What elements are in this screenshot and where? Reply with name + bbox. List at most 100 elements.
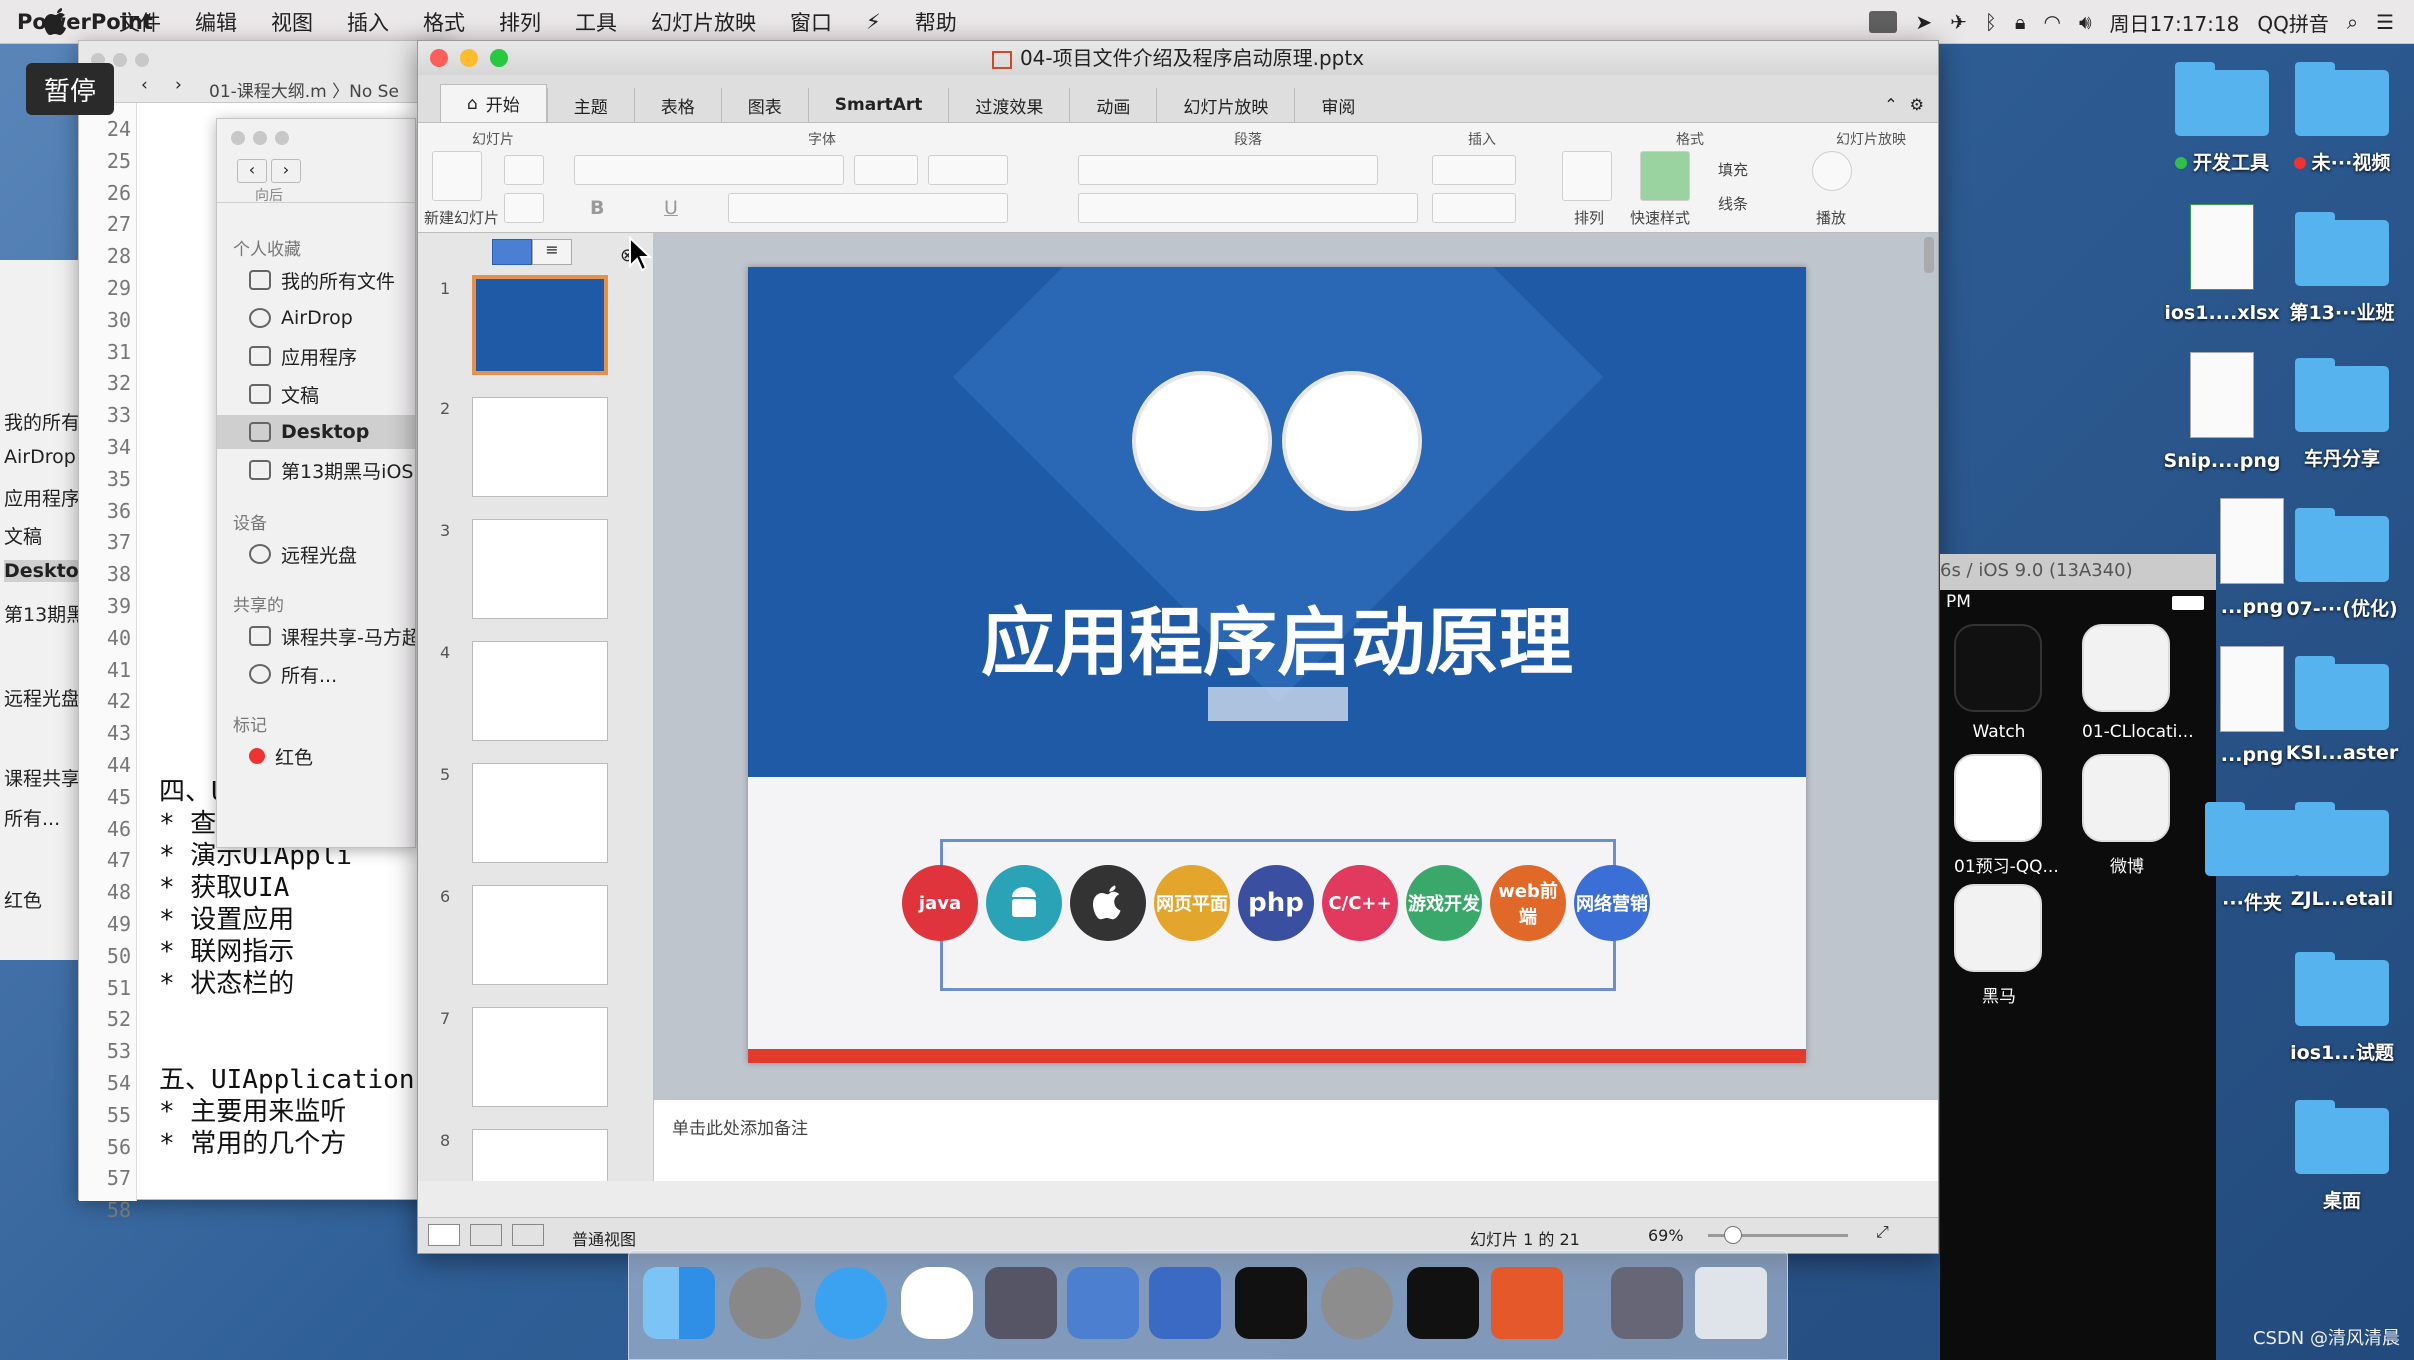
sidebar-item-desktop[interactable]: Desktop: [217, 415, 415, 449]
finder-icon[interactable]: [643, 1267, 715, 1339]
list-buttons[interactable]: [1078, 155, 1378, 185]
instruments-icon[interactable]: [1149, 1267, 1221, 1339]
finder-left-item[interactable]: 第13期黑: [4, 600, 79, 627]
menu-slideshow[interactable]: 幻灯片放映: [634, 7, 773, 37]
menu-view[interactable]: 视图: [254, 7, 330, 37]
finder-left-item[interactable]: Desktop: [4, 560, 79, 582]
vertical-scrollbar[interactable]: [1924, 237, 1934, 273]
sidebar-item-folder[interactable]: 第13期黑马iOS: [249, 453, 415, 487]
desktop-icon-item[interactable]: ios1...试题: [2272, 952, 2412, 1065]
slide-thumbnail[interactable]: [472, 519, 608, 619]
arrange-icon[interactable]: [1562, 151, 1612, 201]
trash-icon[interactable]: [1695, 1267, 1767, 1339]
minimize-button[interactable]: [113, 53, 127, 67]
app-weibo[interactable]: 微博: [2082, 754, 2172, 877]
desktop-icon-item[interactable]: KSI...aster: [2272, 656, 2412, 764]
minimize-button[interactable]: [253, 131, 267, 145]
finder-left-item[interactable]: 红色: [4, 886, 42, 913]
font-style-buttons[interactable]: [728, 193, 1008, 223]
slide-thumbnail[interactable]: [472, 885, 608, 985]
app-cllocation[interactable]: 01-CLlocati...: [2082, 624, 2194, 742]
xcode-hammer-icon[interactable]: [1067, 1267, 1139, 1339]
sidebar-item-applications[interactable]: 应用程序: [249, 339, 415, 373]
picture-button[interactable]: [1432, 193, 1516, 223]
sidebar-item-shared[interactable]: 课程共享-马方超: [249, 619, 415, 653]
tab-slideshow[interactable]: 幻灯片放映: [1156, 88, 1294, 122]
desktop-icon-item[interactable]: 开发工具: [2152, 62, 2292, 175]
finder-left-item[interactable]: 文稿: [4, 522, 42, 549]
launchpad-rocket-icon[interactable]: [729, 1267, 801, 1339]
forward-arrow-icon[interactable]: ›: [175, 75, 182, 95]
minimize-button[interactable]: [460, 49, 478, 67]
new-slide-icon[interactable]: [432, 151, 482, 201]
slide-thumbnail[interactable]: [472, 1129, 608, 1181]
menu-window[interactable]: 窗口: [773, 7, 849, 37]
alignment-buttons[interactable]: [1078, 193, 1418, 223]
text-box-button[interactable]: [1432, 155, 1516, 185]
sidebar-item-tag-red[interactable]: 红色: [249, 739, 415, 773]
system-preferences-gear-icon[interactable]: [1321, 1267, 1393, 1339]
sidebar-item-documents[interactable]: 文稿: [249, 377, 415, 411]
forward-arrow-icon[interactable]: ›: [271, 159, 301, 183]
desktop-icon-item[interactable]: 07-···(优化): [2272, 508, 2412, 621]
location-icon[interactable]: ➤: [1915, 10, 1932, 34]
pause-badge[interactable]: 暂停: [26, 63, 114, 115]
wifi-icon[interactable]: ◠: [2043, 10, 2060, 34]
font-name-select[interactable]: [574, 155, 844, 185]
desktop-icon-item[interactable]: 第13···业班: [2272, 212, 2412, 325]
terminal-icon[interactable]: [1235, 1267, 1307, 1339]
quick-styles-icon[interactable]: [1640, 151, 1690, 201]
finder-left-item[interactable]: 课程共享: [4, 764, 79, 791]
airplane-icon[interactable]: ✈: [1950, 10, 1967, 34]
tab-themes[interactable]: 主题: [546, 88, 634, 122]
desktop-stack-icon[interactable]: [1611, 1267, 1683, 1339]
exec-terminal-icon[interactable]: [1407, 1267, 1479, 1339]
desktop-icon-item[interactable]: 桌面: [2272, 1100, 2412, 1213]
menu-app-name[interactable]: PowerPoint: [0, 10, 153, 34]
section-button[interactable]: [504, 193, 544, 223]
tab-smartart[interactable]: SmartArt: [807, 88, 949, 122]
desktop-icon-item[interactable]: 未···视频: [2272, 62, 2412, 175]
bluetooth-icon[interactable]: ᛒ: [1985, 10, 1997, 34]
font-size-buttons[interactable]: [928, 155, 1008, 185]
editor-breadcrumb[interactable]: 01-课程大纲.m 〉No Se: [209, 77, 399, 102]
menu-tools[interactable]: 工具: [558, 7, 634, 37]
tab-transitions[interactable]: 过渡效果: [948, 88, 1069, 122]
sidebar-item-airdrop[interactable]: AirDrop: [249, 301, 415, 335]
play-icon[interactable]: [1812, 151, 1852, 191]
script-icon[interactable]: ⚡: [849, 10, 898, 34]
powerpoint-icon[interactable]: [1491, 1267, 1563, 1339]
fit-window-icon[interactable]: ⤢: [1876, 1222, 1889, 1242]
back-arrow-icon[interactable]: ‹: [237, 159, 267, 183]
app-heima[interactable]: 黑马: [1954, 884, 2044, 1007]
close-button[interactable]: [231, 131, 245, 145]
fill-button[interactable]: 填充: [1718, 159, 1748, 180]
line-button[interactable]: 线条: [1718, 193, 1748, 214]
app-qq[interactable]: 01预习-QQ...: [1954, 754, 2059, 877]
underline-button[interactable]: U: [664, 197, 678, 219]
font-size-select[interactable]: [854, 155, 918, 185]
code-line[interactable]: * 常用的几个方: [159, 1123, 346, 1160]
screen-record-icon[interactable]: [1869, 11, 1898, 33]
outline-view-button[interactable]: ≡: [532, 239, 572, 265]
photo-booth-icon[interactable]: [985, 1267, 1057, 1339]
zoom-button[interactable]: [135, 53, 149, 67]
menu-format[interactable]: 格式: [406, 7, 482, 37]
safari-compass-icon[interactable]: [815, 1267, 887, 1339]
sidebar-item-remote-disc[interactable]: 远程光盘: [249, 537, 415, 571]
desktop-icon-item[interactable]: ZJL...etail: [2272, 802, 2412, 910]
back-arrow-icon[interactable]: ‹: [141, 75, 148, 95]
tab-review[interactable]: 审阅: [1294, 88, 1381, 122]
app-watch[interactable]: Watch: [1954, 624, 2044, 742]
tab-animations[interactable]: 动画: [1069, 88, 1156, 122]
finder-left-item[interactable]: 应用程序: [4, 484, 79, 511]
slide-thumbnail[interactable]: [472, 275, 608, 375]
finder-left-item[interactable]: AirDrop: [4, 446, 76, 468]
notification-center-icon[interactable]: ☰: [2376, 10, 2394, 34]
desktop-icon-item[interactable]: Snip....png: [2152, 352, 2292, 472]
slide-thumbnail[interactable]: [472, 763, 608, 863]
normal-view-button[interactable]: [428, 1224, 460, 1246]
lock-icon[interactable]: 🔒︎: [2015, 10, 2026, 34]
close-button[interactable]: [430, 49, 448, 67]
tab-charts[interactable]: 图表: [720, 88, 808, 122]
